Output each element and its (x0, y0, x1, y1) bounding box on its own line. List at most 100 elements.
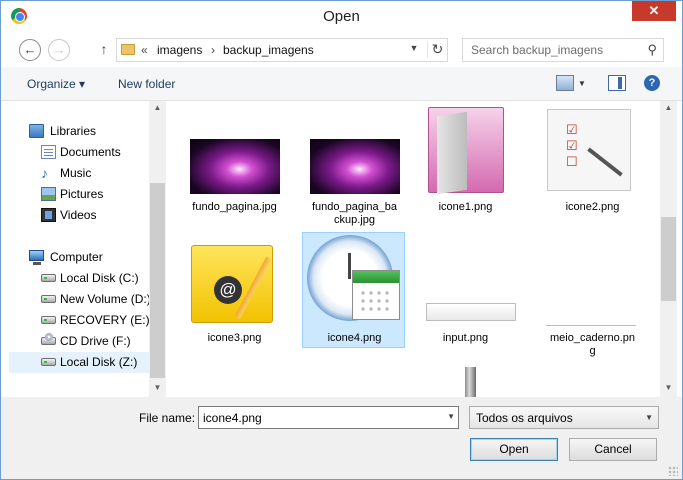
file-name: fundo_pagina_ba (311, 201, 398, 213)
search-input[interactable]: Search backup_imagens (471, 43, 603, 57)
file-name: icone3.png (207, 332, 262, 344)
file-name-value[interactable]: icone4.png (203, 411, 262, 425)
chevron-down-icon[interactable]: ▼ (447, 412, 455, 421)
dialog-footer: File name: icone4.png ▼ Todos os arquivo… (1, 397, 682, 479)
new-folder-button[interactable]: New folder (118, 77, 175, 91)
sidebar-item-label: Local Disk (C:) (60, 271, 139, 285)
space-image-thumbnail (310, 139, 400, 194)
open-button[interactable]: Open (470, 438, 558, 461)
file-item[interactable]: icone3.png (183, 233, 286, 348)
sidebar-item-label: Pictures (60, 187, 104, 201)
file-name: icone4.png (327, 332, 382, 344)
file-type-value: Todos os arquivos (476, 411, 573, 425)
file-name-label: File name: (139, 411, 196, 425)
close-button[interactable]: ✕ (632, 1, 676, 21)
breadcrumb-item-imagens[interactable]: imagens (157, 43, 202, 57)
search-icon: ⚲ (647, 42, 657, 57)
address-bar[interactable]: « imagens › backup_imagens ▼ ↻ (116, 38, 448, 62)
file-item[interactable]: icone2.png (541, 103, 644, 223)
file-item[interactable] (183, 363, 476, 397)
folder-icon (121, 44, 135, 55)
back-button[interactable]: ← (19, 39, 41, 61)
up-button[interactable]: ↑ (97, 41, 111, 59)
breadcrumb-item-backup-imagens[interactable]: backup_imagens (223, 43, 314, 57)
file-item[interactable]: input.png (414, 233, 517, 348)
title-bar: Open ✕ (1, 1, 682, 31)
input-bar-image (426, 303, 516, 321)
pictures-icon (41, 187, 56, 201)
checklist-image (547, 109, 631, 191)
file-name: input.png (442, 332, 489, 344)
sidebar-item-local-disk-z[interactable]: Local Disk (Z:) (9, 352, 149, 373)
scroll-down-icon[interactable]: ▼ (149, 383, 166, 392)
scroll-up-icon[interactable]: ▲ (149, 103, 166, 112)
sidebar-item-label: Computer (50, 250, 103, 264)
scroll-down-icon[interactable]: ▼ (660, 383, 677, 392)
sidebar-item-libraries[interactable]: Libraries (27, 121, 167, 142)
refresh-icon[interactable]: ↻ (427, 41, 447, 58)
drive-icon (41, 358, 56, 366)
file-item-selected[interactable]: icone4.png (302, 232, 405, 348)
forward-button[interactable]: → (48, 39, 70, 61)
file-name: ckup.jpg (334, 214, 375, 226)
chevron-down-icon[interactable]: ▼ (645, 413, 653, 422)
sidebar-scroll-thumb[interactable] (150, 183, 165, 378)
preview-pane-icon[interactable] (608, 75, 626, 91)
file-item[interactable]: meio_caderno.pn g (541, 233, 644, 363)
window-title: Open (323, 8, 360, 25)
breadcrumb-separator[interactable]: › (211, 43, 215, 57)
clock-image (307, 235, 400, 321)
sidebar-item-computer[interactable]: Computer (27, 247, 167, 268)
computer-icon (29, 250, 44, 265)
libraries-icon (29, 124, 44, 138)
file-name: icone1.png (438, 201, 493, 213)
space-image-thumbnail (190, 139, 280, 194)
sidebar-item-label: New Volume (D:) (60, 292, 151, 306)
search-box[interactable]: Search backup_imagens ⚲ (462, 38, 664, 62)
sidebar-item-label: Music (60, 166, 92, 180)
sidebar-item-label: Videos (60, 208, 97, 222)
documents-icon (41, 145, 56, 159)
file-item[interactable]: icone1.png (414, 103, 517, 223)
change-view-icon[interactable] (556, 75, 574, 91)
file-name-input[interactable]: icone4.png ▼ (198, 406, 459, 429)
file-name: icone2.png (565, 201, 620, 213)
navigation-pane: Libraries Documents ♪ Music Pictures Vid… (9, 101, 166, 397)
organize-button[interactable]: Organize ▾ (27, 77, 85, 91)
file-list-scrollbar[interactable]: ▲ ▼ (660, 101, 677, 397)
file-list-scroll-thumb[interactable] (661, 217, 676, 301)
sidebar-item-label: CD Drive (F:) (60, 334, 131, 348)
drive-icon (41, 316, 56, 324)
view-options-dropdown-icon[interactable]: ▼ (578, 79, 586, 88)
command-toolbar: Organize ▾ New folder ▼ ? (1, 67, 682, 101)
gradient-strip-image (465, 367, 476, 397)
music-icon: ♪ (41, 165, 48, 181)
videos-icon (41, 208, 56, 222)
file-name: g (589, 345, 596, 357)
sidebar-item-label: Local Disk (Z:) (60, 355, 138, 369)
line-image (546, 325, 636, 327)
open-file-dialog: Open ✕ ← → ↑ « imagens › backup_imagens … (0, 0, 683, 480)
scroll-up-icon[interactable]: ▲ (660, 103, 677, 112)
breadcrumb-overflow[interactable]: « (141, 43, 148, 57)
drive-icon (41, 295, 56, 303)
sidebar-item-label: RECOVERY (E:) (60, 313, 150, 327)
navigation-bar: ← → ↑ « imagens › backup_imagens ▼ ↻ Sea… (1, 33, 682, 67)
sidebar-item-label: Documents (60, 145, 121, 159)
file-list: fundo_pagina.jpg fundo_pagina_ba ckup.jp… (167, 101, 659, 397)
pink-folder-image (428, 107, 504, 193)
cancel-button[interactable]: Cancel (569, 438, 657, 461)
sidebar-item-label: Libraries (50, 124, 97, 138)
calendar-image (352, 270, 400, 320)
file-item[interactable]: fundo_pagina.jpg (183, 103, 286, 223)
file-name: fundo_pagina.jpg (192, 201, 277, 213)
resize-grip-icon[interactable] (668, 466, 678, 476)
email-note-image (191, 245, 273, 323)
drive-icon (41, 274, 56, 282)
file-type-select[interactable]: Todos os arquivos ▼ (469, 406, 659, 429)
help-icon[interactable]: ? (644, 75, 660, 91)
sidebar-scrollbar[interactable]: ▲ ▼ (149, 101, 166, 397)
cd-drive-icon (41, 333, 56, 345)
file-item[interactable]: fundo_pagina_ba ckup.jpg (303, 103, 406, 233)
address-dropdown-icon[interactable]: ▼ (407, 43, 421, 53)
